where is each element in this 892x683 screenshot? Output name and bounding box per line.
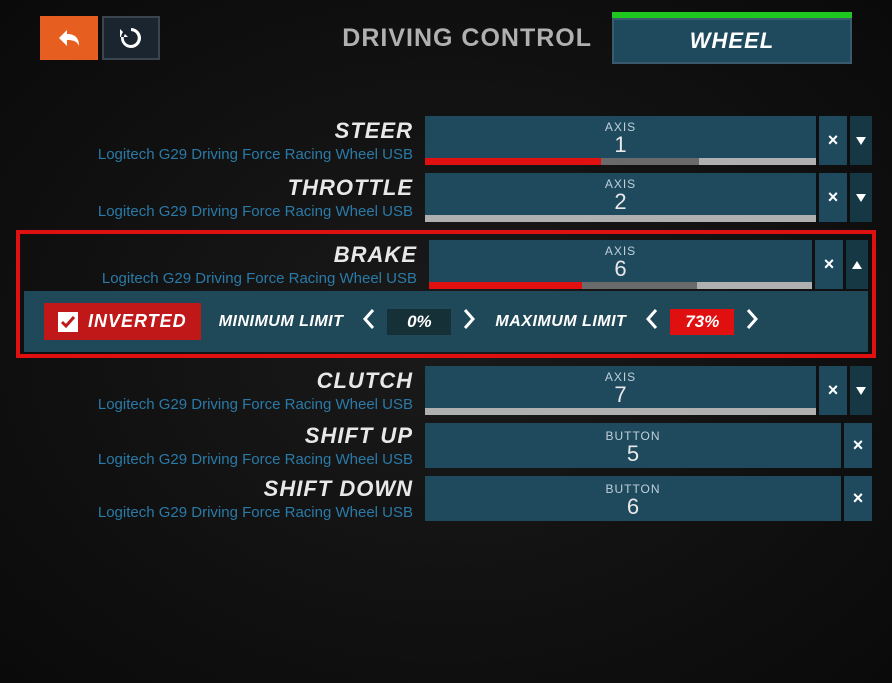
binding-device: Logitech G29 Driving Force Racing Wheel … xyxy=(20,146,413,163)
binding-device: Logitech G29 Driving Force Racing Wheel … xyxy=(20,203,413,220)
binding-row-brake: BRAKE Logitech G29 Driving Force Racing W… xyxy=(16,230,876,358)
refresh-icon xyxy=(116,23,146,53)
axis-box[interactable]: AXIS6 xyxy=(429,240,812,289)
axis-bar xyxy=(425,215,816,222)
axis-value: 6 xyxy=(627,496,639,518)
expand-button[interactable] xyxy=(850,173,872,222)
binding-label: SHIFT UP xyxy=(20,423,413,449)
expand-button[interactable] xyxy=(846,240,868,289)
axis-bar xyxy=(425,408,816,415)
undo-button[interactable] xyxy=(40,16,98,60)
min-limit-increase[interactable] xyxy=(461,308,477,335)
binding-row-shift-up: SHIFT UP Logitech G29 Driving Force Racin… xyxy=(20,423,872,468)
axis-box[interactable]: BUTTON5 xyxy=(425,423,841,468)
max-limit-label: MAXIMUM LIMIT xyxy=(495,313,626,331)
axis-bar-fill xyxy=(429,282,582,289)
axis-value: 6 xyxy=(614,258,626,280)
min-limit-value: 0% xyxy=(387,309,451,335)
binding-label: STEER xyxy=(20,118,413,144)
max-limit-increase[interactable] xyxy=(744,308,760,335)
inverted-checkbox[interactable] xyxy=(58,312,78,332)
undo-icon xyxy=(53,24,85,52)
clear-button[interactable]: × xyxy=(819,366,847,415)
clear-button[interactable]: × xyxy=(815,240,843,289)
axis-bar xyxy=(429,282,812,289)
min-limit-decrease[interactable] xyxy=(361,308,377,335)
clear-button[interactable]: × xyxy=(819,173,847,222)
inverted-label: INVERTED xyxy=(88,311,187,332)
axis-box[interactable]: AXIS2 xyxy=(425,173,816,222)
binding-row-steer: STEER Logitech G29 Driving Force Racing W… xyxy=(20,116,872,165)
binding-device: Logitech G29 Driving Force Racing Wheel … xyxy=(20,396,413,413)
binding-row-throttle: THROTTLE Logitech G29 Driving Force Racin… xyxy=(20,173,872,222)
binding-label: CLUTCH xyxy=(20,368,413,394)
min-limit-label: MINIMUM LIMIT xyxy=(219,313,344,331)
max-limit-value: 73% xyxy=(670,309,734,335)
max-limit-decrease[interactable] xyxy=(644,308,660,335)
axis-bar xyxy=(425,158,816,165)
axis-value: 5 xyxy=(627,443,639,465)
binding-row-shift-down: SHIFT DOWN Logitech G29 Driving Force Rac… xyxy=(20,476,872,521)
axis-value: 1 xyxy=(614,134,626,156)
binding-row-clutch: CLUTCH Logitech G29 Driving Force Racing … xyxy=(20,366,872,415)
axis-value: 7 xyxy=(614,384,626,406)
tab-wheel[interactable]: WHEEL xyxy=(612,12,852,64)
binding-label: SHIFT DOWN xyxy=(20,476,413,502)
expanded-settings: INVERTED MINIMUM LIMIT 0% MAXIMUM LIMIT 73% xyxy=(24,291,868,352)
inverted-toggle[interactable]: INVERTED xyxy=(44,303,201,340)
binding-label: THROTTLE xyxy=(20,175,413,201)
binding-device: Logitech G29 Driving Force Racing Wheel … xyxy=(20,504,413,521)
axis-bar-fill xyxy=(425,158,601,165)
axis-box[interactable]: AXIS7 xyxy=(425,366,816,415)
axis-box[interactable]: AXIS1 xyxy=(425,116,816,165)
refresh-button[interactable] xyxy=(102,16,160,60)
page-title: DRIVING CONTROL xyxy=(164,24,592,53)
clear-button[interactable]: × xyxy=(844,423,872,468)
axis-value: 2 xyxy=(614,191,626,213)
clear-button[interactable]: × xyxy=(819,116,847,165)
expand-button[interactable] xyxy=(850,116,872,165)
binding-label: BRAKE xyxy=(24,242,417,268)
axis-bar-mid xyxy=(601,158,699,165)
clear-button[interactable]: × xyxy=(844,476,872,521)
axis-bar-mid xyxy=(582,282,697,289)
axis-box[interactable]: BUTTON6 xyxy=(425,476,841,521)
binding-device: Logitech G29 Driving Force Racing Wheel … xyxy=(20,451,413,468)
tab-wheel-label: WHEEL xyxy=(612,18,852,64)
expand-button[interactable] xyxy=(850,366,872,415)
binding-device: Logitech G29 Driving Force Racing Wheel … xyxy=(24,270,417,287)
